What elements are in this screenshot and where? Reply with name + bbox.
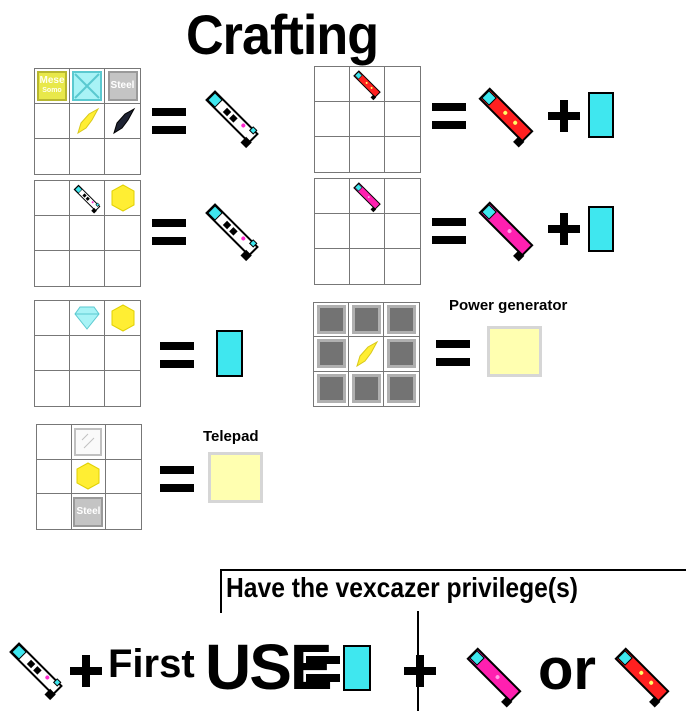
grid-slot: [70, 69, 105, 104]
telepad-label: Telepad: [203, 428, 259, 445]
crafting-grid-vexcazer-admin: [314, 66, 421, 173]
plus-sign: [548, 213, 580, 245]
plus-sign: [404, 655, 436, 687]
grid-slot: [35, 104, 70, 139]
stone-block-icon: [387, 374, 416, 404]
mese-ore-icon: [111, 304, 134, 332]
grid-slot: [71, 425, 107, 460]
grid-slot: [105, 104, 140, 139]
stone-block-icon: [387, 339, 416, 369]
grid-slot: [105, 139, 140, 174]
controller-icon: [343, 645, 371, 691]
equals-sign: [432, 103, 466, 129]
page-title: Crafting: [186, 3, 379, 66]
grid-slot: Steel: [72, 494, 107, 529]
stone-block-icon: [387, 305, 416, 335]
mese-sublabel: Somo: [42, 87, 62, 94]
controller-icon: [588, 206, 614, 252]
obsidian-shard-icon: [112, 107, 135, 135]
pink-vexcazer-icon: [462, 647, 523, 709]
grid-slot: [70, 104, 105, 139]
mese-crystal-icon: [77, 107, 100, 135]
equals-sign: [306, 656, 340, 682]
mese-ore-icon: [111, 184, 134, 212]
white-vexcazer-icon: [5, 641, 66, 702]
grid-slot: [70, 181, 105, 216]
steel-label: Steel: [110, 80, 135, 91]
grid-slot: [350, 67, 385, 102]
glass-icon: [72, 71, 102, 101]
grid-slot: [105, 301, 140, 336]
crafting-grid-vexcazer-default: Mese Somo Steel: [34, 68, 141, 175]
crafting-grid-vexcazer-upgrade: [34, 180, 141, 287]
steel-label: Steel: [76, 505, 101, 517]
grid-slot: Mese Somo: [35, 69, 70, 104]
power-generator-block: [487, 326, 542, 377]
plus-sign: [548, 100, 580, 132]
grid-slot: [70, 301, 105, 336]
grid-slot: [35, 139, 70, 174]
grid-slot: [71, 459, 107, 495]
stone-block-icon: [316, 374, 346, 404]
equals-sign: [152, 108, 186, 134]
first-label: First: [108, 642, 195, 686]
stone-block-icon: [351, 374, 381, 404]
telepad-block: [208, 452, 263, 503]
steel-block-icon: Steel: [73, 496, 104, 527]
stone-block-icon: [316, 305, 346, 335]
power-generator-label: Power generator: [449, 297, 568, 314]
crafting-grid-controller: [34, 300, 141, 407]
red-vexcazer-small-icon: [351, 70, 382, 101]
pink-vexcazer-icon: [474, 201, 535, 263]
equals-sign: [436, 340, 470, 366]
white-vexcazer-small-icon: [71, 184, 102, 215]
red-vexcazer-icon: [474, 87, 535, 149]
crafting-grid-vexcazer-mod: [314, 178, 421, 285]
red-vexcazer-icon: [610, 647, 671, 709]
diamond-icon: [74, 306, 100, 330]
equals-sign: [160, 342, 194, 368]
grid-slot: [105, 181, 140, 216]
equals-sign: [160, 466, 194, 492]
mese-label: Mese: [39, 75, 65, 86]
equals-sign: [432, 218, 466, 244]
white-vexcazer-icon: [201, 89, 262, 150]
grid-slot: Steel: [105, 69, 140, 104]
grid-slot: [350, 179, 385, 214]
or-label: or: [538, 637, 596, 702]
crafting-grid-power-generator: [313, 302, 420, 407]
grid-slot: [70, 139, 105, 174]
equals-sign: [152, 219, 186, 245]
controller-icon: [588, 92, 614, 138]
mese-crystal-icon: [356, 340, 379, 368]
controller-icon: [216, 330, 243, 377]
mese-ore-icon: [76, 462, 100, 491]
glass-pane-icon: [74, 427, 103, 456]
stone-block-icon: [316, 339, 346, 369]
crafting-grid-telepad: Steel: [36, 424, 142, 530]
stone-block-icon: [351, 305, 381, 335]
steel-block-icon: Steel: [107, 71, 138, 101]
white-vexcazer-icon: [201, 202, 262, 263]
plus-sign: [70, 655, 102, 687]
privilege-text: Have the vexcazer privilege(s): [226, 572, 578, 603]
mese-block-icon: Mese Somo: [37, 71, 67, 101]
pink-vexcazer-small-icon: [351, 182, 382, 213]
